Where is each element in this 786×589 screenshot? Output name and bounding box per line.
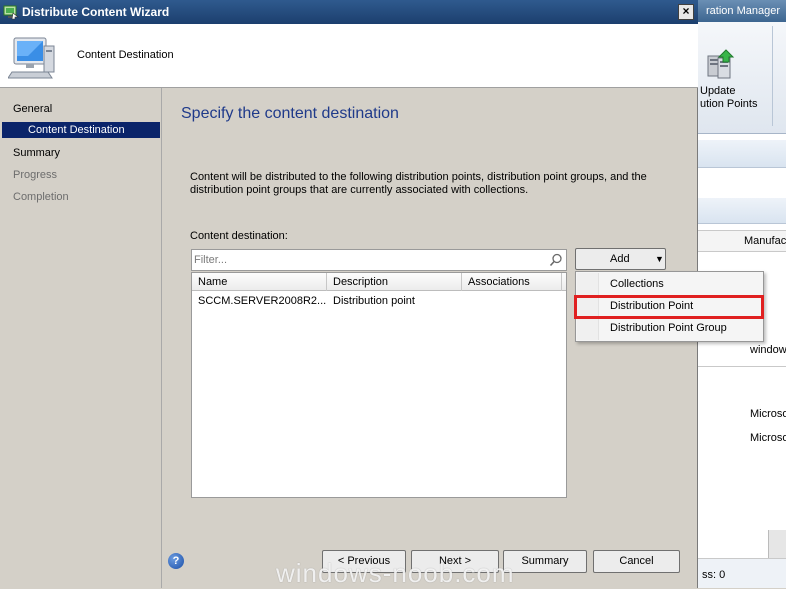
wizard-app-icon xyxy=(3,5,19,20)
chevron-down-icon: ▼ xyxy=(655,254,664,264)
console-row[interactable]: window xyxy=(698,341,786,361)
summary-button[interactable]: Summary xyxy=(503,550,587,573)
console-row[interactable]: Microso xyxy=(698,405,786,425)
watermark: windows-noob.com xyxy=(276,558,515,588)
column-header-associations[interactable]: Associations xyxy=(462,273,562,291)
add-dropdown-menu: Collections Distribution Point Distribut… xyxy=(574,271,764,342)
page-title: Specify the content destination xyxy=(181,105,399,122)
wizard-nav: General Content Destination Summary Prog… xyxy=(0,88,162,588)
column-header-description[interactable]: Description xyxy=(327,273,462,291)
filter-box[interactable] xyxy=(191,249,567,271)
content-destination-list[interactable]: Name Description Associations SCCM.SERVE… xyxy=(191,272,567,498)
update-distribution-points-icon xyxy=(707,49,735,79)
content-destination-label: Content destination: xyxy=(190,230,288,242)
title-bar: Distribute Content Wizard × xyxy=(0,0,698,24)
ribbon-separator xyxy=(772,26,773,126)
page-description: Content will be distributed to the follo… xyxy=(190,171,647,196)
console-row[interactable]: Microso xyxy=(698,429,786,449)
search-icon[interactable] xyxy=(549,253,563,267)
nav-item-summary[interactable]: Summary xyxy=(13,145,60,161)
window-title: Distribute Content Wizard xyxy=(22,5,170,19)
nav-item-progress: Progress xyxy=(13,169,58,181)
wizard-header: Content Destination xyxy=(0,24,698,88)
filter-input[interactable] xyxy=(194,252,544,268)
menu-item-distribution-point-group[interactable]: Distribution Point Group xyxy=(576,318,763,338)
list-header: Name Description Associations xyxy=(192,273,566,291)
console-status-bar: ss: 0 xyxy=(698,558,786,588)
console-band xyxy=(698,140,786,168)
close-icon: × xyxy=(682,4,690,18)
console-column-header[interactable]: Manufac xyxy=(698,230,786,252)
nav-item-general[interactable]: General xyxy=(13,101,52,117)
computer-icon xyxy=(8,37,55,79)
distribute-content-wizard: Distribute Content Wizard × Content Dest… xyxy=(0,0,764,588)
add-button-label: Add xyxy=(610,253,630,265)
wizard-main: Specify the content destination Content … xyxy=(163,88,764,588)
red-highlight-annotation xyxy=(574,295,764,319)
nav-item-completion: Completion xyxy=(13,191,69,203)
add-button[interactable]: Add ▼ xyxy=(575,248,666,270)
console-ribbon: Update ution Points xyxy=(698,22,786,134)
cell-description: Distribution point xyxy=(333,295,415,307)
nav-item-content-destination[interactable]: Content Destination xyxy=(2,122,160,138)
console-divider xyxy=(698,366,786,367)
update-distribution-points-label[interactable]: Update ution Points xyxy=(700,85,780,111)
help-icon[interactable]: ? xyxy=(168,553,184,569)
console-band xyxy=(698,198,786,224)
table-row[interactable]: SCCM.SERVER2008R2.... Distribution point xyxy=(192,292,566,310)
cancel-button[interactable]: Cancel xyxy=(593,550,680,573)
cell-name: SCCM.SERVER2008R2.... xyxy=(198,295,327,307)
column-header-name[interactable]: Name xyxy=(192,273,327,291)
console-title: ration Manager xyxy=(698,0,786,22)
menu-item-collections[interactable]: Collections xyxy=(576,274,763,294)
header-title: Content Destination xyxy=(77,49,174,61)
close-button[interactable]: × xyxy=(678,4,694,20)
